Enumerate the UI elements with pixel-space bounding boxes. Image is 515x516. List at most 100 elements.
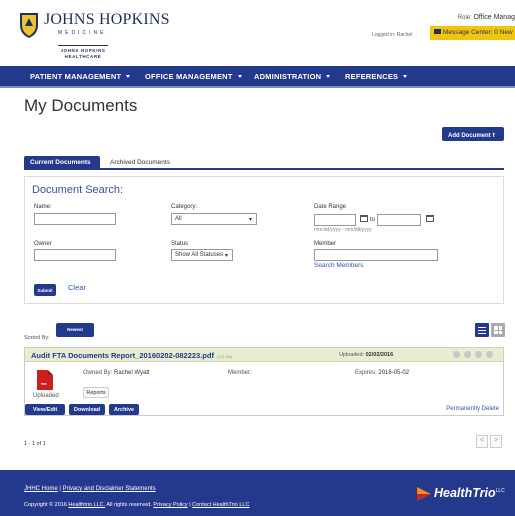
view-edit-button[interactable]: View/Edit	[25, 404, 65, 415]
caret-down-icon	[126, 75, 131, 78]
footer-copyright: Copyright © 2016 Healthtrio LLC. All rig…	[24, 502, 249, 508]
permanently-delete-link[interactable]: Permanently Delete	[446, 406, 499, 412]
document-size: (211 KB)	[216, 354, 233, 359]
role-label: Role:	[457, 15, 472, 21]
logo-text: JOHNS HOPKINS	[44, 11, 170, 28]
healthtrio-logo[interactable]: HealthTrioLLC	[416, 484, 511, 504]
logo-sub: MEDICINE	[58, 30, 107, 36]
search-title: Document Search:	[32, 184, 124, 196]
page-title: My Documents	[24, 96, 138, 115]
member-field-label: Member:	[228, 370, 252, 376]
grid-view-toggle[interactable]	[491, 323, 505, 337]
clear-link[interactable]: Clear	[68, 283, 86, 292]
contact-link[interactable]: Contact HealthTrio LLC	[192, 502, 249, 508]
add-document-label: Add Document	[448, 133, 491, 139]
reports-button[interactable]: Reports	[83, 387, 109, 398]
expires-field: Expires: 2016-05-02	[355, 370, 409, 376]
brand-name: HealthTrio	[434, 486, 496, 500]
calendar-icon[interactable]	[360, 215, 368, 222]
category-value: All	[175, 216, 182, 222]
document-card-actions: View/Edit Download Archive Permanently D…	[25, 404, 503, 416]
list-view-icon	[478, 332, 486, 334]
nav-office-management[interactable]: OFFICE MANAGEMENT	[145, 72, 242, 81]
nav-label: REFERENCES	[345, 72, 399, 81]
footer-links: JHHC Home | Privacy and Disclaimer State…	[24, 486, 156, 492]
logged-in-text: Logged in: Rachel	[372, 32, 413, 38]
message-center-button[interactable]: Message Center: 0 New	[430, 26, 515, 40]
list-view-icon	[478, 329, 486, 331]
list-view-toggle[interactable]	[475, 323, 489, 337]
member-field: Member:	[228, 370, 252, 376]
add-document-button[interactable]: Add Document ⭱	[442, 127, 504, 141]
nav-patient-management[interactable]: PATIENT MANAGEMENT	[30, 72, 131, 81]
privacy-disclaimer-link[interactable]: Privacy and Disclaimer Statements	[63, 486, 156, 492]
card-action-icons	[453, 351, 501, 359]
upload-icon: ⭱	[492, 133, 495, 139]
expires-value: 2016-05-02	[378, 370, 410, 376]
owner-input[interactable]	[34, 249, 116, 261]
status-select[interactable]: Show All Statuses ▾	[171, 249, 233, 261]
footer-separator: |	[59, 486, 61, 492]
jhhc-home-link[interactable]: JHHC Home	[24, 486, 58, 492]
date-to-label: to	[370, 217, 376, 223]
uploaded-date-value: 02/02/2016	[365, 352, 394, 358]
next-page-button[interactable]: >	[490, 435, 502, 448]
brand-suffix: LLC	[495, 488, 505, 494]
nav-label: ADMINISTRATION	[254, 72, 322, 81]
page-count: 1 - 1 of 1	[24, 441, 46, 447]
gear-icon[interactable]	[464, 351, 471, 358]
owner-label: Owner	[34, 241, 52, 247]
chevron-down-icon: ▾	[224, 253, 228, 259]
pdf-file-icon: PDF	[37, 370, 53, 390]
file-type-label: PDF	[41, 382, 47, 386]
document-card: Audit FTA Documents Report_20160202-0822…	[24, 347, 504, 416]
logo-healthcare: JOHNS HOPKINS HEALTHCARE	[58, 45, 108, 60]
document-search-panel: Document Search: Name: Category: All ▾ Da…	[24, 176, 504, 304]
uploaded-date: Uploaded: 02/02/2016	[339, 352, 393, 358]
shield-logo-icon	[20, 13, 38, 38]
download-button[interactable]: Download	[69, 404, 105, 415]
document-status: Uploaded	[33, 393, 59, 399]
name-input[interactable]	[34, 213, 116, 225]
uploaded-date-label: Uploaded:	[339, 352, 365, 358]
role-value: Office Manag	[473, 14, 515, 21]
search-members-link[interactable]: Search Members	[314, 262, 364, 269]
date-from-input[interactable]	[314, 214, 356, 226]
privacy-policy-link[interactable]: Privacy Policy	[153, 502, 187, 508]
grid-view-icon	[494, 330, 498, 334]
healthtrio-wordmark: HealthTrioLLC	[434, 486, 505, 500]
document-name-link[interactable]: Audit FTA Documents Report_20160202-0822…	[31, 351, 232, 360]
document-tabs: Current Documents Archived Documents	[24, 156, 504, 170]
lock-icon[interactable]	[453, 351, 460, 358]
owned-by-label: Owned By:	[83, 370, 113, 376]
nav-references[interactable]: REFERENCES	[345, 72, 408, 81]
nav-label: OFFICE MANAGEMENT	[145, 72, 233, 81]
list-view-icon	[478, 326, 486, 328]
refresh-icon[interactable]	[475, 351, 482, 358]
prev-page-button[interactable]: <	[476, 435, 488, 448]
calendar-icon[interactable]	[426, 215, 434, 222]
copyright-prefix: Copyright © 2016	[24, 502, 67, 508]
grid-view-icon	[498, 330, 502, 334]
tab-current-documents[interactable]: Current Documents	[24, 156, 100, 170]
status-value: Show All Statuses	[175, 252, 224, 258]
download-icon[interactable]	[486, 351, 493, 358]
nav-administration[interactable]: ADMINISTRATION	[254, 72, 331, 81]
caret-down-icon	[403, 75, 408, 78]
owned-by: Owned By: Rachel Wyatt	[83, 370, 150, 376]
jh-logo[interactable]: JOHNS HOPKINS MEDICINE JOHNS HOPKINS HEA…	[18, 9, 170, 61]
role-selector[interactable]: Role: Office Manag	[458, 14, 515, 21]
status-label: Status	[171, 241, 189, 247]
submit-button[interactable]: Submit	[34, 284, 56, 296]
expires-label: Expires:	[355, 370, 377, 376]
envelope-icon	[434, 29, 441, 34]
category-select[interactable]: All ▾	[171, 213, 257, 225]
archive-button[interactable]: Archive	[109, 404, 139, 415]
member-label: Member	[314, 241, 337, 247]
date-to-input[interactable]	[377, 214, 421, 226]
member-input[interactable]	[314, 249, 438, 261]
tab-archived-documents[interactable]: Archived Documents	[104, 156, 176, 170]
sort-newest-button[interactable]: Newest	[56, 323, 94, 337]
document-name: Audit FTA Documents Report_20160202-0822…	[31, 351, 214, 360]
healthtrio-link[interactable]: Healthtrio LLC.	[68, 502, 105, 508]
